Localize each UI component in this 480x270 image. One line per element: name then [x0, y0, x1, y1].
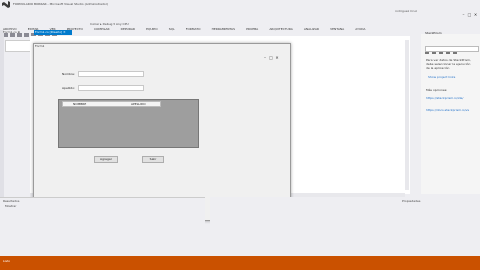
agregar-button[interactable]: Agregar [94, 156, 118, 163]
output-panel [0, 197, 205, 256]
toolbar [0, 20, 480, 28]
tab-form1-design[interactable]: Form1.cs [Diseño] ✕ [34, 30, 72, 35]
label-nombre: Nombre: [62, 72, 75, 76]
data-grid-header: NOMBRE APELLIDO [62, 101, 161, 107]
middle-bottom-panel [210, 197, 400, 255]
vertical-scrollbar[interactable] [405, 40, 409, 190]
user-name[interactable]: rodriguez Cruz [395, 9, 417, 13]
column-header-nombre[interactable]: NOMBRE [73, 102, 86, 106]
status-bar [0, 256, 480, 270]
right-panel-link-3[interactable]: https://docs.stackprism.io/vs [426, 108, 469, 112]
window-title: FORMULARIO BORRAR - Microsoft Visual Stu… [13, 2, 109, 6]
right-panel-text-3: de la aplicación [426, 66, 450, 70]
nombre-textbox[interactable] [78, 71, 144, 77]
salir-button[interactable]: Salir [142, 156, 164, 163]
toolbox-panel [5, 40, 31, 52]
label-apellido: Apellido: [62, 86, 76, 90]
column-header-apellido[interactable]: APELLIDO [131, 102, 146, 106]
properties-title: Propiedades [402, 199, 421, 203]
form-close-button[interactable]: ✕ [274, 55, 280, 60]
tab-form1-code[interactable]: Form1.cs ⊕ [3, 30, 20, 34]
form-title: Form1 [35, 44, 45, 48]
open-icon[interactable] [24, 33, 29, 37]
properties-panel [400, 197, 480, 255]
right-panel-header-2: Más opciones: [426, 88, 448, 92]
minimize-button[interactable]: – [461, 12, 466, 17]
close-button[interactable]: ✕ [473, 12, 478, 17]
right-panel-title: StackPrism [425, 31, 442, 35]
right-panel-link-2[interactable]: https://stackprism.io/ide/ [426, 96, 463, 100]
right-panel-link-1[interactable]: Show project links [428, 75, 455, 79]
right-panel-search-input[interactable] [425, 46, 479, 52]
status-text: Listo [3, 259, 11, 263]
apellido-textbox[interactable] [78, 85, 144, 91]
start-debug-button[interactable]: Iniciar ▸ Debug ▾ Any CPU [90, 22, 129, 26]
toolbox-strip[interactable] [0, 30, 4, 200]
output-title: Resultados [3, 199, 20, 203]
output-show-label: Mostrar [5, 204, 17, 208]
maximize-button[interactable]: □ [467, 12, 472, 17]
form-window-controls: – □ ✕ [262, 44, 280, 63]
window-controls: – □ ✕ [460, 1, 478, 20]
visual-studio-logo-icon [2, 1, 10, 8]
